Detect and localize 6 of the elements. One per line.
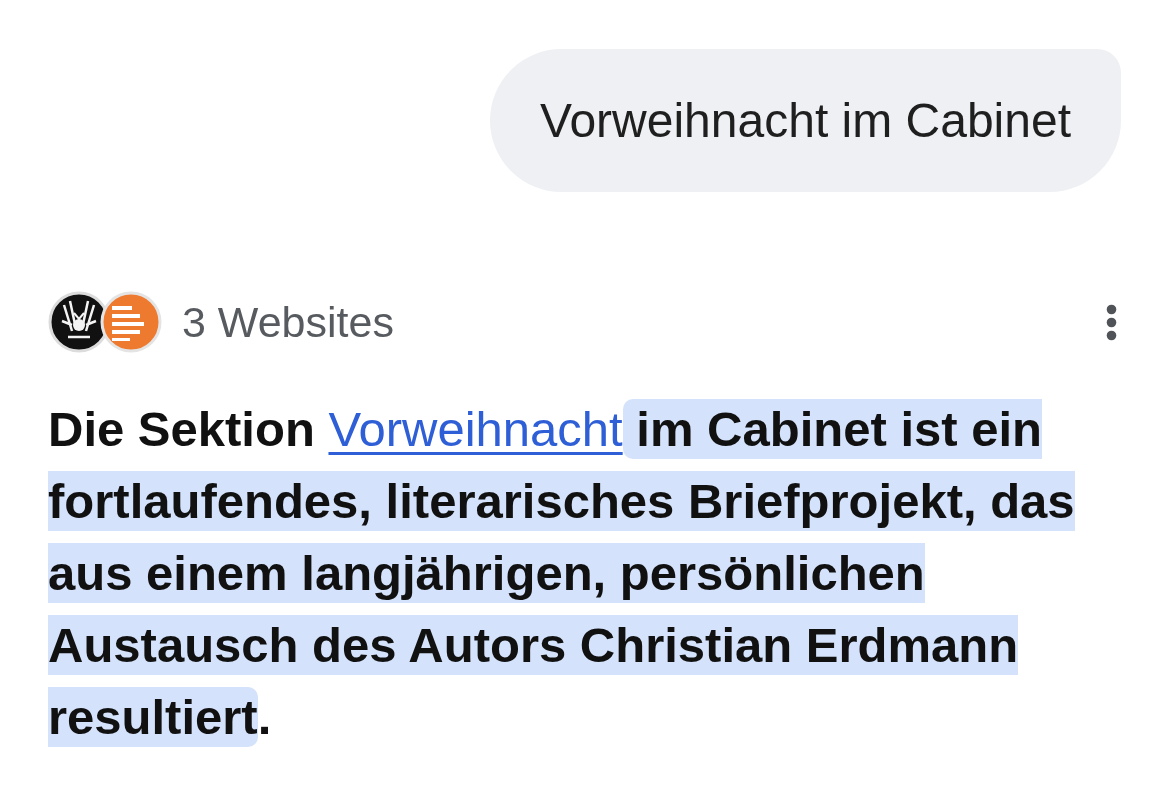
sources-button[interactable]: 3 Websites [48, 289, 394, 355]
user-message-text: Vorweihnacht im Cabinet [540, 92, 1071, 149]
more-options-button[interactable] [1106, 303, 1117, 341]
source-link[interactable]: Vorweihnacht [328, 402, 623, 456]
more-vertical-icon [1106, 303, 1117, 341]
text-lines-icon [100, 291, 162, 353]
